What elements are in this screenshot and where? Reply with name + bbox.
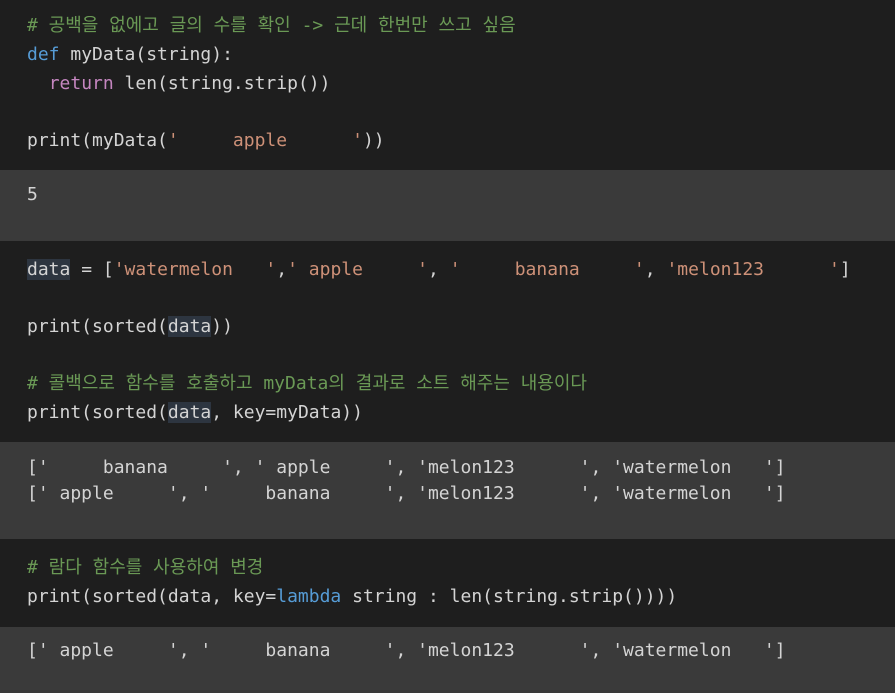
code-cell-1[interactable]: # 공백을 없에고 글의 수를 확인 -> 근데 한번만 쓰고 싶음 def m… bbox=[0, 0, 895, 170]
code-text: )) bbox=[211, 316, 233, 337]
code-text: , bbox=[644, 259, 667, 280]
code-text: string : len(string.strip()))) bbox=[341, 586, 678, 607]
variable-data: data bbox=[167, 316, 212, 337]
code-text: ] bbox=[839, 259, 851, 280]
string-literal: ' apple ' bbox=[287, 259, 429, 280]
variable-data: data bbox=[27, 259, 71, 280]
variable-data: data bbox=[167, 402, 212, 423]
code-line-def: def myData(string): bbox=[27, 43, 233, 67]
output-line: [' banana ', ' apple ', 'melon123 ', 'wa… bbox=[27, 457, 786, 478]
code-cell-2[interactable]: data = ['watermelon ',' apple ', ' banan… bbox=[0, 241, 895, 442]
keyword-return: return bbox=[48, 73, 114, 94]
comment-line: # 공백을 없에고 글의 수를 확인 -> 근데 한번만 쓰고 싶음 bbox=[27, 15, 516, 36]
code-text: print(myData( bbox=[27, 130, 168, 151]
code-line-print: print(myData(' apple ')) bbox=[27, 129, 385, 153]
code-line-print-sorted: print(sorted(data)) bbox=[27, 315, 233, 339]
comment-line: # 콜백으로 함수를 호출하고 myData의 결과로 소트 해주는 내용이다 bbox=[27, 373, 587, 394]
code-text: myData(string): bbox=[59, 44, 233, 65]
code-text: , key=myData)) bbox=[211, 402, 363, 423]
string-literal: 'watermelon ' bbox=[113, 259, 277, 280]
code-text: print(sorted(data, key= bbox=[27, 586, 277, 607]
code-text: , bbox=[428, 259, 450, 280]
keyword-lambda: lambda bbox=[276, 586, 342, 607]
code-text: print(sorted( bbox=[27, 402, 168, 423]
code-text: print(sorted( bbox=[27, 316, 168, 337]
output-cell-3: [' apple ', ' banana ', 'melon123 ', 'wa… bbox=[0, 627, 895, 693]
output-line: [' apple ', ' banana ', 'melon123 ', 'wa… bbox=[27, 640, 786, 661]
code-line-print-lambda: print(sorted(data, key=lambda string : l… bbox=[27, 585, 677, 609]
code-text: , bbox=[276, 259, 288, 280]
output-line: 5 bbox=[27, 184, 38, 205]
code-cell-3[interactable]: # 람다 함수를 사용하여 변경 print(sorted(data, key=… bbox=[0, 539, 895, 627]
code-text: len(string.strip()) bbox=[113, 73, 331, 94]
keyword-def: def bbox=[27, 44, 60, 65]
code-line-return: return len(string.strip()) bbox=[27, 72, 331, 96]
code-text: )) bbox=[362, 130, 385, 151]
output-line: [' apple ', ' banana ', 'melon123 ', 'wa… bbox=[27, 483, 786, 504]
comment-line: # 람다 함수를 사용하여 변경 bbox=[27, 557, 264, 578]
string-literal: ' banana ' bbox=[449, 259, 645, 280]
string-literal: ' apple ' bbox=[167, 130, 363, 151]
code-text: = [ bbox=[70, 259, 114, 280]
output-cell-2: [' banana ', ' apple ', 'melon123 ', 'wa… bbox=[0, 442, 895, 539]
output-cell-1: 5 bbox=[0, 170, 895, 241]
string-literal: 'melon123 ' bbox=[666, 259, 840, 280]
code-line-data-assign: data = ['watermelon ',' apple ', ' banan… bbox=[27, 258, 851, 282]
code-line-print-sorted-key: print(sorted(data, key=myData)) bbox=[27, 401, 363, 425]
